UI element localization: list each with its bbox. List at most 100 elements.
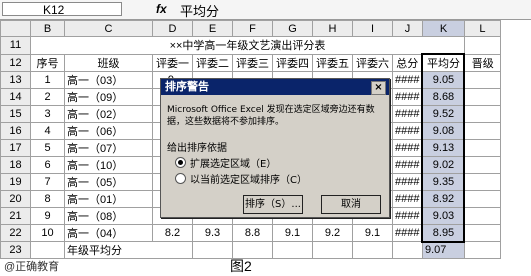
cell[interactable]: 3 xyxy=(30,105,65,123)
cell[interactable]: 高一（09） xyxy=(64,88,153,106)
average-score-cell[interactable]: 9.05 xyxy=(421,71,466,89)
cell[interactable] xyxy=(352,241,393,259)
close-icon[interactable]: × xyxy=(371,81,386,95)
cell[interactable]: 7 xyxy=(30,173,65,191)
row-header[interactable]: 23 xyxy=(0,241,31,259)
cell[interactable] xyxy=(463,71,501,89)
row-header[interactable]: 19 xyxy=(0,173,31,191)
header-cell[interactable]: 评委五 xyxy=(312,53,353,72)
column-header[interactable]: J xyxy=(392,20,423,37)
cell[interactable]: 9 xyxy=(30,207,65,225)
cancel-button[interactable]: 取消 xyxy=(321,195,381,214)
cell[interactable]: 5 xyxy=(30,139,65,157)
cell[interactable]: #### xyxy=(392,207,423,225)
column-header[interactable]: I xyxy=(352,20,393,37)
cell[interactable] xyxy=(463,224,501,242)
cell[interactable]: 1 xyxy=(30,71,65,89)
cell[interactable] xyxy=(463,122,501,140)
cell[interactable]: 8.2 xyxy=(152,224,193,242)
cell[interactable]: 高一（10） xyxy=(64,156,153,174)
cell[interactable] xyxy=(463,190,501,208)
cell[interactable] xyxy=(312,241,353,259)
average-score-cell[interactable]: 9.13 xyxy=(421,139,466,157)
expand-selection-option[interactable]: 扩展选定区域（E） xyxy=(175,155,276,170)
cell[interactable]: #### xyxy=(392,173,423,191)
cell[interactable]: #### xyxy=(392,105,423,123)
grade-average-label[interactable]: 年级平均分 xyxy=(64,241,193,259)
column-header[interactable]: L xyxy=(463,20,501,37)
column-header[interactable]: F xyxy=(232,20,273,37)
cell[interactable]: 8 xyxy=(30,190,65,208)
row-header[interactable]: 20 xyxy=(0,190,31,208)
cell[interactable] xyxy=(272,241,313,259)
cell[interactable]: 高一（06） xyxy=(64,122,153,140)
cell[interactable]: 高一（03） xyxy=(64,71,153,89)
sheet-title[interactable]: ××中学高一年级文艺演出评分表 xyxy=(30,36,465,55)
cell[interactable] xyxy=(392,241,423,259)
cell[interactable]: 9.1 xyxy=(272,224,313,242)
cell[interactable] xyxy=(463,88,501,106)
cell[interactable]: 高一（04） xyxy=(64,224,153,242)
row-header[interactable]: 13 xyxy=(0,71,31,89)
header-cell[interactable]: 班级 xyxy=(64,53,153,72)
cell[interactable] xyxy=(30,241,65,259)
column-header[interactable]: E xyxy=(192,20,233,37)
column-header[interactable]: D xyxy=(152,20,193,37)
header-cell[interactable]: 晋级 xyxy=(463,53,501,72)
row-header[interactable]: 18 xyxy=(0,156,31,174)
cell[interactable]: #### xyxy=(392,88,423,106)
column-header[interactable]: H xyxy=(312,20,353,37)
average-score-cell[interactable]: 9.02 xyxy=(421,156,466,174)
row-header[interactable]: 15 xyxy=(0,105,31,123)
header-cell[interactable]: 总分 xyxy=(392,53,423,72)
average-score-cell[interactable]: 9.03 xyxy=(421,207,466,225)
row-header[interactable]: 16 xyxy=(0,122,31,140)
cell[interactable] xyxy=(192,241,233,259)
cell[interactable]: #### xyxy=(392,190,423,208)
cell[interactable]: 9.1 xyxy=(352,224,393,242)
row-header[interactable]: 22 xyxy=(0,224,31,242)
column-header[interactable]: C xyxy=(64,20,153,37)
average-score-cell[interactable]: 9.52 xyxy=(421,105,466,123)
active-cell[interactable]: 平均分 xyxy=(421,53,466,72)
cell[interactable]: 高一（08） xyxy=(64,207,153,225)
average-score-cell[interactable]: 8.68 xyxy=(421,88,466,106)
row-header[interactable]: 14 xyxy=(0,88,31,106)
average-score-cell[interactable]: 9.08 xyxy=(421,122,466,140)
average-score-cell[interactable]: 8.92 xyxy=(421,190,466,208)
header-cell[interactable]: 评委二 xyxy=(192,53,233,72)
average-score-cell[interactable]: 8.95 xyxy=(421,224,466,243)
cell[interactable]: 10 xyxy=(30,224,65,242)
current-selection-label[interactable]: 以当前选定区域排序（C） xyxy=(190,171,307,186)
header-cell[interactable]: 评委三 xyxy=(232,53,273,72)
cell[interactable] xyxy=(463,105,501,123)
grade-average-value[interactable]: 9.07 xyxy=(421,241,465,259)
cell[interactable] xyxy=(463,139,501,157)
fx-icon[interactable]: fx xyxy=(156,2,167,16)
cell[interactable] xyxy=(463,36,501,55)
header-cell[interactable]: 序号 xyxy=(30,53,65,72)
cell[interactable]: #### xyxy=(392,71,423,89)
radio-checked-icon[interactable] xyxy=(175,157,186,168)
cell[interactable]: 8.8 xyxy=(232,224,273,242)
cell[interactable]: 4 xyxy=(30,122,65,140)
cell[interactable]: 高一（07） xyxy=(64,139,153,157)
formula-content[interactable]: 平均分 xyxy=(180,1,219,20)
row-header[interactable]: 11 xyxy=(0,36,31,55)
average-score-cell[interactable]: 9.35 xyxy=(421,173,466,191)
cell[interactable] xyxy=(463,173,501,191)
cell[interactable]: #### xyxy=(392,139,423,157)
current-selection-option[interactable]: 以当前选定区域排序（C） xyxy=(175,171,307,186)
header-cell[interactable]: 评委四 xyxy=(272,53,313,72)
header-cell[interactable]: 评委一 xyxy=(152,53,193,72)
cell[interactable] xyxy=(463,241,501,259)
cell[interactable]: 高一（02） xyxy=(64,105,153,123)
column-header-selected[interactable]: K xyxy=(421,20,465,37)
column-header[interactable]: G xyxy=(272,20,313,37)
cell[interactable]: 6 xyxy=(30,156,65,174)
cell[interactable]: #### xyxy=(392,122,423,140)
column-header[interactable]: B xyxy=(30,20,65,37)
radio-unchecked-icon[interactable] xyxy=(175,173,186,184)
name-box[interactable]: K12 xyxy=(2,2,122,17)
sort-button[interactable]: 排序（S）... xyxy=(243,195,303,214)
